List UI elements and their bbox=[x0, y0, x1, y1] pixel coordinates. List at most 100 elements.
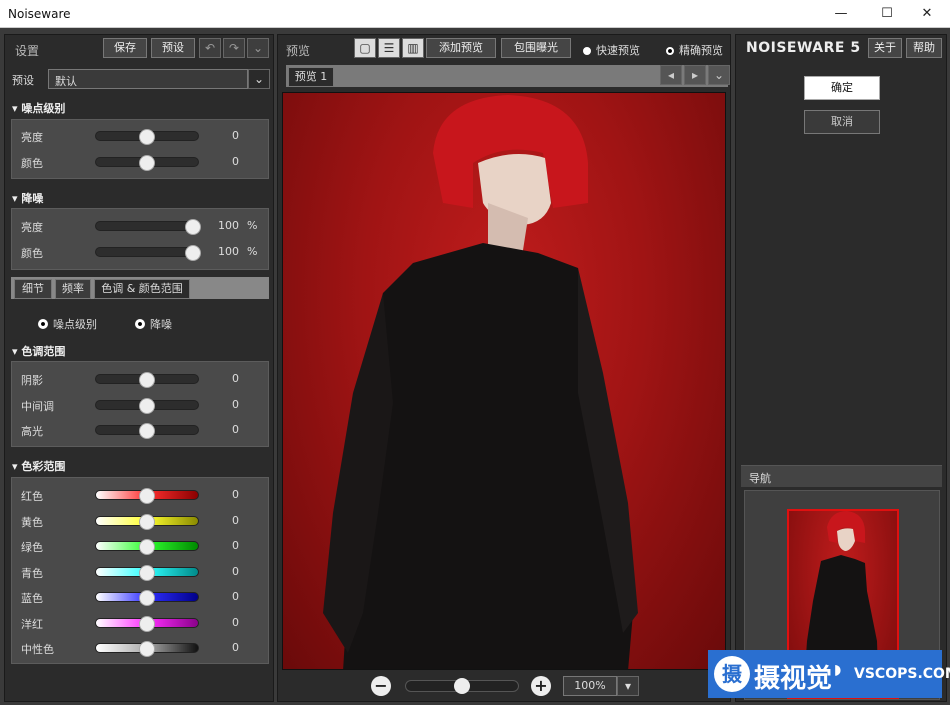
denoise-section[interactable]: ▾ 降噪 bbox=[12, 190, 43, 206]
color-slider-thumb[interactable] bbox=[139, 513, 155, 530]
denoise-unit: % bbox=[247, 244, 258, 258]
preset-label: 预设 bbox=[12, 74, 34, 87]
tone-slider-thumb[interactable] bbox=[139, 423, 155, 439]
denoise-title: 降噪 bbox=[21, 192, 44, 205]
zoom-value[interactable]: 100% bbox=[563, 676, 617, 696]
tab-frequency[interactable]: 频率 bbox=[55, 279, 91, 299]
denoise-label: 颜色 bbox=[21, 246, 43, 260]
save-button[interactable]: 保存 bbox=[103, 38, 147, 58]
color-slider[interactable] bbox=[95, 513, 199, 530]
color-value: 0 bbox=[232, 539, 239, 552]
single-view-icon[interactable]: ▢ bbox=[354, 38, 376, 58]
preset-select[interactable]: 默认 bbox=[48, 69, 248, 89]
navigator-title: 导航 bbox=[749, 472, 771, 485]
noise-level-value: 0 bbox=[232, 154, 239, 168]
tab-detail[interactable]: 细节 bbox=[14, 279, 52, 299]
about-button[interactable]: 关于 bbox=[868, 38, 902, 58]
color-slider[interactable] bbox=[95, 488, 199, 504]
noise-level-row: 亮度 0 bbox=[21, 129, 261, 145]
tone-slider[interactable] bbox=[95, 397, 199, 414]
tone-slider[interactable] bbox=[95, 423, 199, 439]
color-value: 0 bbox=[232, 641, 239, 654]
noise-level-slider-thumb[interactable] bbox=[139, 129, 155, 145]
noise-level-slider-thumb[interactable] bbox=[139, 154, 155, 171]
title-bar: Noiseware — ☐ ✕ bbox=[0, 0, 950, 28]
radio-icon bbox=[666, 47, 674, 55]
denoise-value: 100 bbox=[218, 219, 239, 232]
help-button[interactable]: 帮助 bbox=[906, 38, 942, 58]
accurate-preview-radio[interactable]: 精确预览 bbox=[666, 42, 723, 58]
noise-level-label: 颜色 bbox=[21, 156, 43, 170]
radio-icon bbox=[135, 319, 145, 329]
color-slider-thumb[interactable] bbox=[139, 590, 155, 606]
close-button[interactable]: ✕ bbox=[904, 0, 950, 28]
split-horizontal-icon[interactable]: ☰ bbox=[378, 38, 400, 58]
add-preview-button[interactable]: 添加预览 bbox=[426, 38, 496, 58]
color-range-section[interactable]: ▾ 色彩范围 bbox=[12, 458, 65, 474]
denoise-row: 颜色 100% bbox=[21, 244, 261, 261]
color-slider-thumb[interactable] bbox=[139, 615, 155, 632]
tone-label: 中间调 bbox=[21, 399, 54, 413]
zoom-slider[interactable] bbox=[405, 678, 519, 694]
arrow-left-icon[interactable]: ◂ bbox=[660, 65, 682, 85]
zoom-slider-thumb[interactable] bbox=[454, 678, 470, 694]
color-slider[interactable] bbox=[95, 641, 199, 657]
color-range-title: 色彩范围 bbox=[21, 460, 66, 473]
preset-dropdown-icon[interactable]: ⌄ bbox=[248, 69, 270, 89]
color-slider[interactable] bbox=[95, 590, 199, 606]
color-slider-thumb[interactable] bbox=[139, 488, 155, 504]
redo-icon[interactable]: ↷ bbox=[223, 38, 245, 58]
tone-slider[interactable] bbox=[95, 372, 199, 388]
denoise-slider-thumb[interactable] bbox=[184, 219, 201, 235]
fast-preview-radio[interactable]: 快速预览 bbox=[583, 42, 640, 58]
color-slider-thumb[interactable] bbox=[139, 564, 155, 581]
bracket-exposure-button[interactable]: 包围曝光 bbox=[501, 38, 571, 58]
color-value: 0 bbox=[232, 564, 239, 578]
denoise-slider[interactable] bbox=[95, 219, 201, 235]
split-vertical-icon[interactable]: ▥ bbox=[402, 38, 424, 58]
denoise-value: 100 bbox=[218, 244, 239, 258]
watermark-domain: VSCOPS.COM bbox=[854, 666, 950, 682]
noise-level-slider[interactable] bbox=[95, 154, 199, 171]
tone-row: 高光 0 bbox=[21, 423, 261, 439]
radio-denoise-label: 降噪 bbox=[150, 318, 172, 331]
zoom-out-icon[interactable]: − bbox=[371, 676, 391, 696]
cancel-button[interactable]: 取消 bbox=[804, 110, 880, 134]
ok-button[interactable]: 确定 bbox=[804, 76, 880, 100]
chevron-down-icon[interactable]: ⌄ bbox=[247, 38, 269, 58]
undo-icon[interactable]: ↶ bbox=[199, 38, 221, 58]
tone-slider-thumb[interactable] bbox=[139, 397, 155, 414]
color-slider[interactable] bbox=[95, 539, 199, 555]
preset-select-value: 默认 bbox=[55, 75, 77, 88]
arrow-right-icon[interactable]: ▸ bbox=[684, 65, 706, 85]
navigator-header: 导航 bbox=[741, 465, 942, 487]
radio-denoise[interactable]: 降噪 bbox=[135, 316, 172, 332]
color-slider-thumb[interactable] bbox=[139, 539, 155, 555]
color-row: 蓝色 0 bbox=[21, 590, 261, 606]
noise-level-slider[interactable] bbox=[95, 129, 199, 145]
brand-version: 5 bbox=[850, 40, 861, 56]
settings-header: 设置 bbox=[15, 44, 40, 58]
color-slider-thumb[interactable] bbox=[139, 641, 155, 657]
denoise-slider[interactable] bbox=[95, 244, 201, 261]
color-label: 红色 bbox=[21, 490, 43, 503]
preset-button[interactable]: 预设 bbox=[151, 38, 195, 58]
tone-row: 中间调 0 bbox=[21, 397, 261, 414]
preview-image[interactable] bbox=[282, 92, 726, 670]
color-slider[interactable] bbox=[95, 615, 199, 632]
tab-tone-color[interactable]: 色调 & 颜色范围 bbox=[94, 279, 190, 299]
denoise-slider-thumb[interactable] bbox=[184, 244, 201, 261]
denoise-unit: % bbox=[247, 219, 258, 232]
tone-slider-thumb[interactable] bbox=[139, 372, 155, 388]
color-value: 0 bbox=[232, 513, 239, 527]
radio-noise-level[interactable]: 噪点级别 bbox=[38, 316, 97, 332]
minimize-button[interactable]: — bbox=[818, 0, 864, 28]
noise-level-section[interactable]: ▾ 噪点级别 bbox=[12, 100, 65, 116]
tab-menu-icon[interactable]: ⌄ bbox=[708, 65, 730, 85]
color-slider[interactable] bbox=[95, 564, 199, 581]
zoom-dropdown-icon[interactable]: ▾ bbox=[617, 676, 639, 696]
tone-range-section[interactable]: ▾ 色调范围 bbox=[12, 343, 65, 359]
zoom-in-icon[interactable]: + bbox=[531, 676, 551, 696]
tab-preview-1[interactable]: 预览 1 bbox=[288, 67, 334, 87]
preview-header: 预览 bbox=[286, 44, 311, 58]
